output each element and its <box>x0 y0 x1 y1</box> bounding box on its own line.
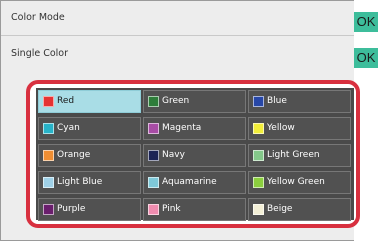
color-swatch <box>253 177 264 188</box>
color-swatch <box>43 150 54 161</box>
color-option-label: Yellow Green <box>267 177 325 187</box>
color-option-pink[interactable]: Pink <box>143 198 246 221</box>
color-swatch <box>148 177 159 188</box>
color-swatch <box>43 123 54 134</box>
single-color-row[interactable]: Single Color <box>1 37 355 71</box>
color-swatch <box>43 96 54 107</box>
color-swatch <box>253 96 264 107</box>
color-mode-row[interactable]: Color Mode <box>1 1 355 36</box>
color-option-label: Pink <box>162 204 181 214</box>
color-option-label: Light Blue <box>57 177 103 187</box>
color-option-label: Aquamarine <box>162 177 217 187</box>
color-swatch <box>253 150 264 161</box>
color-option-label: Orange <box>57 150 91 160</box>
single-color-label: Single Color <box>11 48 69 59</box>
color-option-label: Blue <box>267 96 287 106</box>
color-option-green[interactable]: Green <box>143 90 246 113</box>
color-option-label: Yellow <box>267 123 295 133</box>
color-option-label: Green <box>162 96 190 106</box>
color-option-aquamarine[interactable]: Aquamarine <box>143 171 246 194</box>
color-option-purple[interactable]: Purple <box>38 198 141 221</box>
color-mode-ok-button[interactable]: OK <box>354 12 378 32</box>
color-option-light-blue[interactable]: Light Blue <box>38 171 141 194</box>
color-option-label: Purple <box>57 204 86 214</box>
color-option-label: Red <box>57 96 75 106</box>
color-option-yellow[interactable]: Yellow <box>248 117 351 140</box>
color-option-label: Cyan <box>57 123 80 133</box>
color-swatch <box>43 204 54 215</box>
color-grid: Red Green Blue Cyan Magenta Yellow Orange Navy L… <box>36 88 354 221</box>
color-option-light-green[interactable]: Light Green <box>248 144 351 167</box>
color-swatch <box>148 150 159 161</box>
color-option-cyan[interactable]: Cyan <box>38 117 141 140</box>
color-option-label: Light Green <box>267 150 320 160</box>
color-swatch <box>253 123 264 134</box>
color-mode-label: Color Mode <box>11 12 65 23</box>
color-option-navy[interactable]: Navy <box>143 144 246 167</box>
color-option-label: Magenta <box>162 123 202 133</box>
color-option-yellow-green[interactable]: Yellow Green <box>248 171 351 194</box>
color-option-blue[interactable]: Blue <box>248 90 351 113</box>
color-swatch <box>253 204 264 215</box>
color-option-red[interactable]: Red <box>38 90 141 113</box>
color-option-beige[interactable]: Beige <box>248 198 351 221</box>
color-swatch <box>43 177 54 188</box>
color-swatch <box>148 204 159 215</box>
color-option-label: Beige <box>267 204 293 214</box>
color-option-label: Navy <box>162 150 185 160</box>
color-swatch <box>148 96 159 107</box>
color-option-magenta[interactable]: Magenta <box>143 117 246 140</box>
single-color-ok-button[interactable]: OK <box>354 48 378 68</box>
color-option-orange[interactable]: Orange <box>38 144 141 167</box>
color-swatch <box>148 123 159 134</box>
